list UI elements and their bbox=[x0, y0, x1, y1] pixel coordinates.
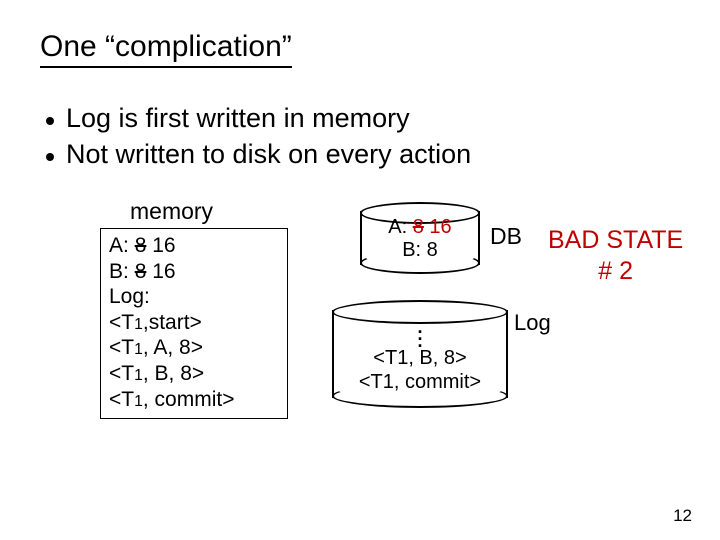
db-cylinder-icon: A: 8 16 B: 8 bbox=[360, 202, 480, 274]
slide-number: 12 bbox=[673, 506, 692, 526]
log-cylinder-icon: ... <T1, B, 8> <T1, commit> bbox=[332, 300, 508, 408]
log-disk-entry: <T1, commit> bbox=[332, 370, 508, 394]
text: A: bbox=[388, 216, 412, 238]
subscript: 1 bbox=[134, 341, 143, 358]
log-content: ... <T1, B, 8> <T1, commit> bbox=[332, 324, 508, 394]
bullet-text: Log is first written in memory bbox=[66, 100, 410, 136]
old-value: 8 bbox=[413, 216, 424, 238]
old-value: 8 bbox=[135, 260, 147, 283]
subscript: 1 bbox=[134, 367, 143, 384]
text: ,start> bbox=[143, 311, 202, 334]
bullet-dot-icon bbox=[46, 117, 54, 125]
bullet-dot-icon bbox=[46, 153, 54, 161]
bullet-list: Log is first written in memory Not writt… bbox=[46, 100, 471, 173]
log-label: Log bbox=[514, 310, 551, 336]
db-content: A: 8 16 B: 8 bbox=[360, 216, 480, 262]
old-value: 8 bbox=[135, 234, 147, 257]
text: B: bbox=[109, 260, 135, 283]
subscript: 1 bbox=[134, 316, 143, 333]
bullet-item: Log is first written in memory bbox=[46, 100, 471, 136]
memory-box: A: 8 16 B: 8 16 Log: <T1,start> <T1, A, … bbox=[100, 228, 288, 419]
memory-label: memory bbox=[130, 198, 213, 225]
new-value: 16 bbox=[424, 216, 452, 238]
bullet-text: Not written to disk on every action bbox=[66, 136, 471, 172]
vertical-ellipsis-icon: ... bbox=[332, 324, 508, 346]
memory-line-a: A: 8 16 bbox=[109, 233, 279, 259]
new-value: 16 bbox=[146, 260, 175, 283]
db-line-b: B: 8 bbox=[360, 239, 480, 262]
memory-log-entry: <T1, B, 8> bbox=[109, 361, 279, 387]
memory-line-b: B: 8 16 bbox=[109, 259, 279, 285]
text: <T bbox=[109, 362, 134, 385]
memory-log-entry: <T1, A, 8> bbox=[109, 335, 279, 361]
slide-title: One “complication” bbox=[40, 30, 292, 68]
text: <T bbox=[109, 336, 134, 359]
memory-log-entry: <T1, commit> bbox=[109, 387, 279, 413]
bullet-item: Not written to disk on every action bbox=[46, 136, 471, 172]
text: <T bbox=[109, 311, 134, 334]
text: <T bbox=[109, 388, 134, 411]
log-disk-entry: <T1, B, 8> bbox=[332, 346, 508, 370]
bad-state-line: # 2 bbox=[548, 256, 683, 287]
memory-log-entry: <T1,start> bbox=[109, 310, 279, 336]
bad-state-line: BAD STATE bbox=[548, 225, 683, 256]
new-value: 16 bbox=[146, 234, 175, 257]
text: , A, 8> bbox=[143, 336, 203, 359]
db-label: DB bbox=[490, 223, 522, 250]
db-line-a: A: 8 16 bbox=[360, 216, 480, 239]
subscript: 1 bbox=[134, 393, 143, 410]
bad-state-callout: BAD STATE # 2 bbox=[548, 225, 683, 288]
text: , commit> bbox=[143, 388, 235, 411]
memory-log-header: Log: bbox=[109, 284, 279, 310]
text: A: bbox=[109, 234, 135, 257]
text: , B, 8> bbox=[143, 362, 204, 385]
